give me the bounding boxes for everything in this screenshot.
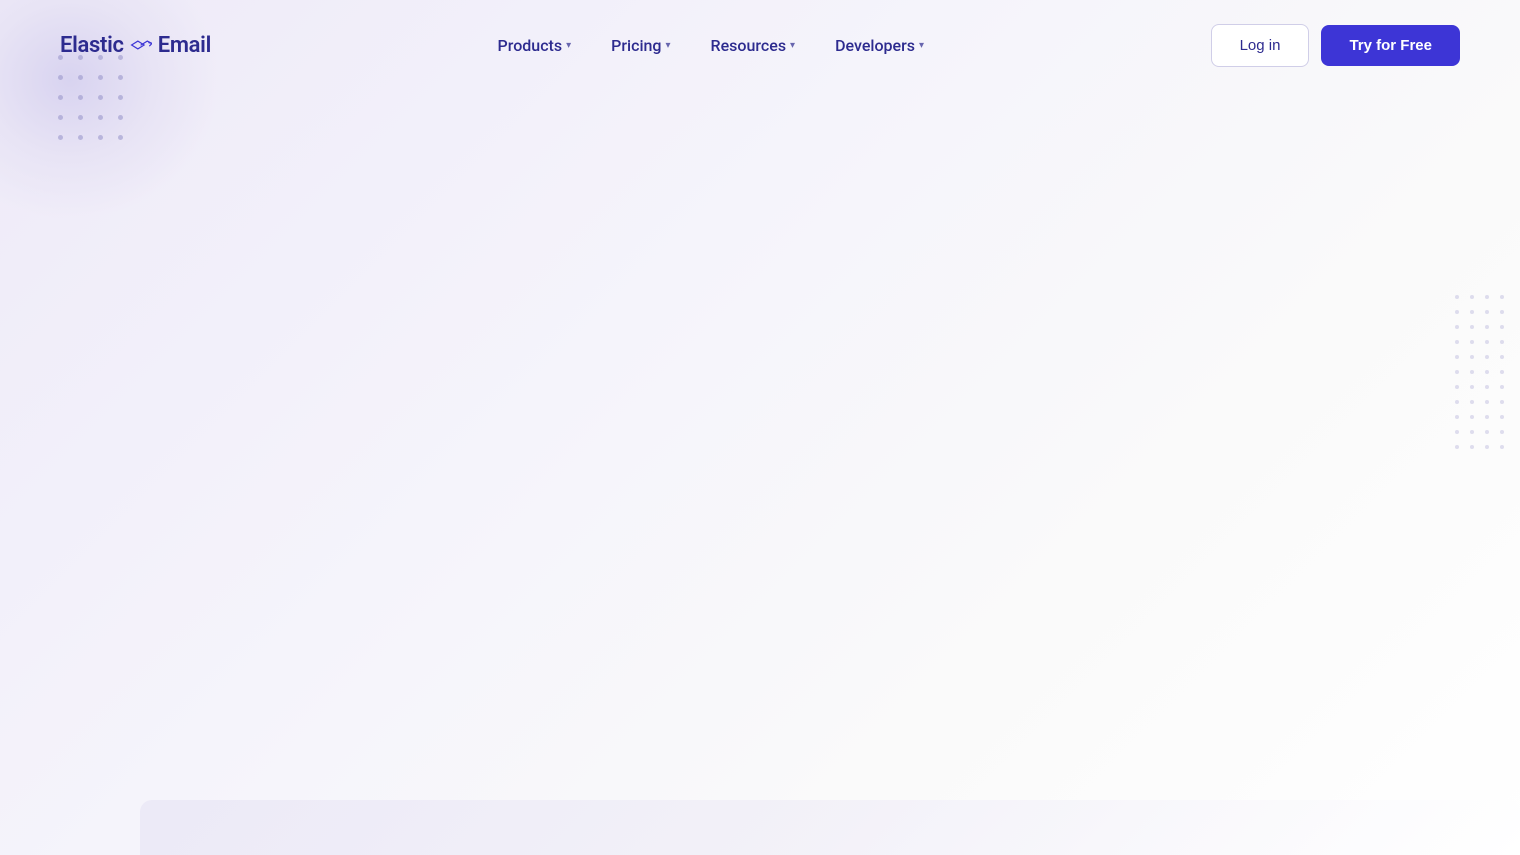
try-free-button[interactable]: Try for Free bbox=[1321, 25, 1460, 66]
main-content bbox=[0, 90, 1520, 855]
navbar-center: Products ▾ Pricing ▾ Resources ▾ Develop… bbox=[482, 28, 941, 63]
chevron-down-icon-resources: ▾ bbox=[790, 40, 795, 51]
logo[interactable]: Elastic Email bbox=[60, 33, 211, 58]
nav-label-products: Products bbox=[498, 36, 563, 55]
email-arrows-icon bbox=[130, 38, 152, 52]
nav-label-developers: Developers bbox=[835, 36, 915, 55]
navbar-right: Log in Try for Free bbox=[1211, 24, 1460, 67]
nav-item-pricing[interactable]: Pricing ▾ bbox=[595, 28, 686, 63]
chevron-down-icon-developers: ▾ bbox=[919, 40, 924, 51]
logo-text-elastic: Elastic bbox=[60, 33, 124, 58]
navbar-left: Elastic Email bbox=[60, 33, 211, 58]
nav-item-resources[interactable]: Resources ▾ bbox=[695, 28, 812, 63]
nav-item-products[interactable]: Products ▾ bbox=[482, 28, 588, 63]
navbar: Elastic Email Products ▾ Pricing ▾ Resou… bbox=[0, 0, 1520, 90]
logo-text-email: Email bbox=[158, 33, 211, 58]
nav-item-developers[interactable]: Developers ▾ bbox=[819, 28, 940, 63]
chevron-down-icon-pricing: ▾ bbox=[666, 40, 671, 51]
login-button[interactable]: Log in bbox=[1211, 24, 1310, 67]
chevron-down-icon-products: ▾ bbox=[566, 40, 571, 51]
nav-label-pricing: Pricing bbox=[611, 36, 661, 55]
nav-label-resources: Resources bbox=[711, 36, 787, 55]
